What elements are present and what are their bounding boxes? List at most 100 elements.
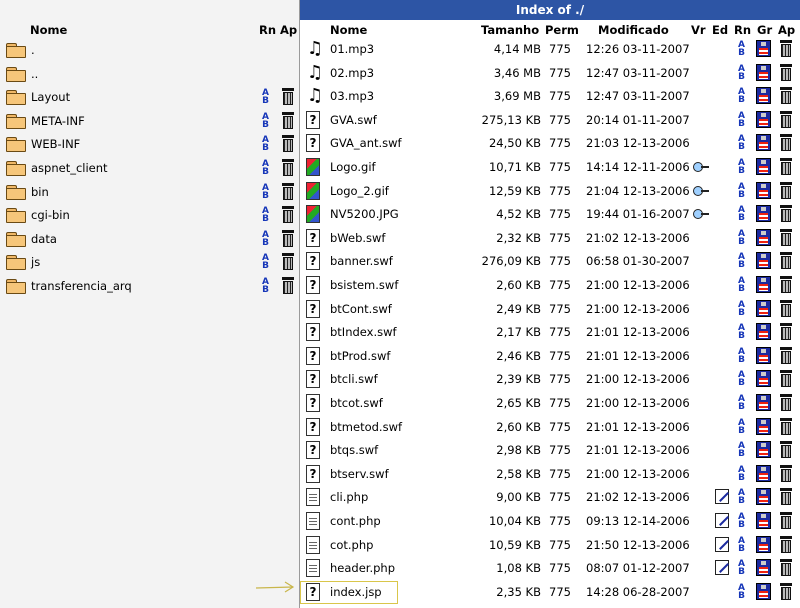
trash-icon[interactable] xyxy=(780,134,792,152)
trash-icon[interactable] xyxy=(780,417,792,435)
file-row[interactable]: ? GVA.swf 275,13 KB 775 20:14 01-11-2007 A B xyxy=(300,108,800,132)
file-row[interactable]: ? btcli.swf 2,39 KB 775 21:00 12-13-2006 A B xyxy=(300,367,800,391)
folder-name[interactable]: META-INF xyxy=(31,109,85,133)
file-name[interactable]: Logo.gif xyxy=(330,155,376,179)
folder-row[interactable]: Layout A B xyxy=(0,85,299,109)
folder-icon[interactable] xyxy=(6,113,26,129)
rename-icon[interactable]: AB xyxy=(735,135,748,152)
save-disk-icon[interactable] xyxy=(756,134,771,152)
trash-icon[interactable] xyxy=(780,87,792,105)
folder-icon[interactable] xyxy=(6,161,26,176)
trash-icon[interactable] xyxy=(282,253,294,271)
trash-icon[interactable] xyxy=(282,182,294,200)
rename-icon[interactable]: AB xyxy=(259,160,272,177)
save-disk-icon[interactable] xyxy=(756,63,771,81)
trash-icon[interactable] xyxy=(282,229,294,247)
view-key-icon[interactable] xyxy=(693,185,709,196)
file-row[interactable]: ? bsistem.swf 2,60 KB 775 21:00 12-13-2006 A B xyxy=(300,273,800,297)
folder-icon[interactable] xyxy=(6,208,26,224)
folder-name[interactable]: bin xyxy=(31,180,49,204)
file-name[interactable]: btmetod.swf xyxy=(330,415,402,439)
file-row[interactable]: ? GVA_ant.swf 24,50 KB 775 21:03 12-13-2006 A… xyxy=(300,131,800,155)
save-disk-icon[interactable] xyxy=(756,40,771,57)
file-row[interactable]: Logo_2.gif 12,59 KB 775 21:04 12-13-2006 A B xyxy=(300,179,800,203)
folder-icon[interactable] xyxy=(6,231,26,247)
rename-icon[interactable]: AB xyxy=(735,442,748,459)
trash-icon[interactable] xyxy=(282,88,294,106)
trash-icon[interactable] xyxy=(780,63,792,81)
trash-icon[interactable] xyxy=(780,441,792,459)
rename-icon[interactable]: AB xyxy=(735,513,748,530)
save-disk-icon[interactable] xyxy=(756,488,771,506)
text-file-icon[interactable] xyxy=(306,559,320,578)
file-name[interactable]: Logo_2.gif xyxy=(330,179,389,203)
file-row[interactable]: ? btProd.swf 2,46 KB 775 21:01 12-13-2006 A B xyxy=(300,344,800,368)
trash-icon[interactable] xyxy=(780,323,792,341)
save-disk-icon[interactable] xyxy=(756,464,771,482)
file-row[interactable]: header.php 1,08 KB 775 08:07 01-12-2007 A B xyxy=(300,556,800,580)
file-name[interactable]: banner.swf xyxy=(330,249,393,273)
folder-icon[interactable] xyxy=(6,66,26,82)
trash-icon[interactable] xyxy=(780,582,792,600)
rename-icon[interactable]: AB xyxy=(735,206,748,223)
rename-icon[interactable]: AB xyxy=(259,278,272,295)
file-row[interactable]: ♫ 03.mp3 3,69 MB 775 12:47 03-11-2007 A B xyxy=(300,84,800,108)
rename-icon[interactable]: AB xyxy=(735,465,748,482)
file-name[interactable]: 01.mp3 xyxy=(330,37,374,61)
trash-icon[interactable] xyxy=(780,276,792,293)
folder-name[interactable]: Layout xyxy=(31,85,70,109)
rename-icon[interactable]: AB xyxy=(735,229,748,246)
unknown-file-icon[interactable]: ? xyxy=(306,417,320,436)
file-name[interactable]: GVA_ant.swf xyxy=(330,131,402,155)
trash-icon[interactable] xyxy=(282,159,294,176)
unknown-file-icon[interactable]: ? xyxy=(306,441,320,460)
trash-icon[interactable] xyxy=(780,110,792,128)
trash-icon[interactable] xyxy=(780,464,792,482)
trash-icon[interactable] xyxy=(780,205,792,223)
file-row[interactable]: ♫ 02.mp3 3,46 MB 775 12:47 03-11-2007 A B xyxy=(300,61,800,85)
save-disk-icon[interactable] xyxy=(756,276,771,293)
trash-icon[interactable] xyxy=(780,40,792,57)
view-key-icon[interactable] xyxy=(693,162,709,172)
text-file-icon[interactable] xyxy=(306,535,320,554)
file-row[interactable]: cot.php 10,59 KB 775 21:50 12-13-2006 A B xyxy=(300,533,800,557)
trash-icon[interactable] xyxy=(780,559,792,577)
save-disk-icon[interactable] xyxy=(756,394,771,411)
rename-icon[interactable]: AB xyxy=(259,207,272,224)
folder-row[interactable]: META-INF A B xyxy=(0,109,299,133)
folder-row[interactable]: js A B xyxy=(0,250,299,274)
trash-icon[interactable] xyxy=(780,252,792,270)
file-row[interactable]: ? banner.swf 276,09 KB 775 06:58 01-30-2007 A… xyxy=(300,249,800,273)
rename-icon[interactable]: AB xyxy=(735,395,748,412)
unknown-file-icon[interactable]: ? xyxy=(306,252,320,271)
rename-icon[interactable]: AB xyxy=(259,254,272,271)
folder-icon[interactable] xyxy=(6,184,26,200)
save-disk-icon[interactable] xyxy=(756,535,771,553)
trash-icon[interactable] xyxy=(780,535,792,553)
save-disk-icon[interactable] xyxy=(756,87,771,105)
trash-icon[interactable] xyxy=(282,135,294,153)
music-icon[interactable]: ♫ xyxy=(307,39,323,59)
save-disk-icon[interactable] xyxy=(756,110,771,128)
file-row[interactable]: ? btcot.swf 2,65 KB 775 21:00 12-13-2006 A B xyxy=(300,391,800,415)
trash-icon[interactable] xyxy=(282,206,294,224)
file-name[interactable]: btIndex.swf xyxy=(330,320,397,344)
file-row[interactable]: ♫ 01.mp3 4,14 MB 775 12:26 03-11-2007 A B xyxy=(300,37,800,61)
rename-icon[interactable]: AB xyxy=(735,536,748,553)
file-row[interactable]: NV5200.JPG 4,52 KB 775 19:44 01-16-2007 A B xyxy=(300,202,800,226)
file-row[interactable]: ? btserv.swf 2,58 KB 775 21:00 12-13-2006 A B xyxy=(300,462,800,486)
file-name[interactable]: bsistem.swf xyxy=(330,273,398,297)
save-disk-icon[interactable] xyxy=(756,323,771,341)
rename-icon[interactable]: AB xyxy=(259,183,272,200)
folder-name[interactable]: js xyxy=(31,250,40,274)
edit-icon[interactable] xyxy=(715,489,729,505)
view-key-icon[interactable] xyxy=(693,209,709,220)
text-file-icon[interactable] xyxy=(306,488,320,507)
trash-icon[interactable] xyxy=(780,488,792,506)
rename-icon[interactable]: AB xyxy=(735,347,748,364)
file-name[interactable]: btserv.swf xyxy=(330,462,389,486)
folder-icon[interactable] xyxy=(6,279,26,294)
music-icon[interactable]: ♫ xyxy=(307,86,323,106)
file-row[interactable]: ? bWeb.swf 2,32 KB 775 21:02 12-13-2006 A B xyxy=(300,226,800,250)
file-name[interactable]: btqs.swf xyxy=(330,438,378,462)
